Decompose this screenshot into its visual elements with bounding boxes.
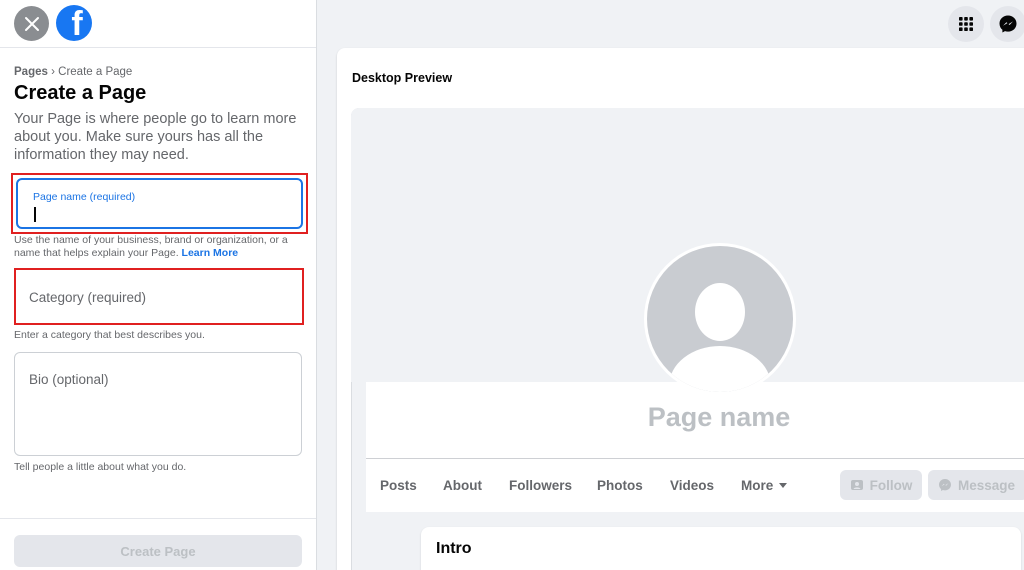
tab-more[interactable]: More [741,478,788,493]
text-caret [34,207,36,222]
panel-topbar: f [0,0,316,48]
follow-icon [850,480,863,490]
breadcrumb: Pages › Create a Page [14,66,132,78]
page-description: Your Page is where people go to learn mo… [14,111,297,163]
category-help: Enter a category that best describes you… [14,329,205,341]
page-name-input[interactable]: Page name (required) [16,178,303,229]
tab-photos[interactable]: Photos [597,478,643,493]
facebook-logo-icon[interactable]: f [56,5,92,41]
bio-textarea[interactable]: Bio (optional) [14,352,302,456]
close-icon [24,16,39,31]
category-input[interactable]: Category (required) [14,268,304,325]
bio-help: Tell people a little about what you do. [14,461,187,473]
page-name-label: Page name (required) [33,191,136,203]
learn-more-link[interactable]: Learn More [182,247,239,259]
breadcrumb-current: Create a Page [58,66,133,78]
desktop-preview-title: Desktop Preview [352,71,453,85]
preview-page-name: Page name [647,402,791,432]
avatar-body [669,346,771,392]
follow-label: Follow [869,477,913,493]
bio-placeholder: Bio (optional) [29,372,109,387]
message-button[interactable]: Message [928,470,1024,500]
intro-card [421,527,1021,570]
avatar-placeholder-icon [647,246,793,392]
message-label: Message [958,477,1016,493]
breadcrumb-separator: › [51,66,55,78]
avatar [644,243,796,395]
page-name-help-text: Use the name of your business, brand or … [14,234,288,259]
caret-down-icon [779,483,788,488]
tab-about[interactable]: About [443,478,482,493]
breadcrumb-pages-link[interactable]: Pages [14,66,48,78]
page-name-field-highlight: Page name (required) [11,173,308,234]
avatar-head [695,283,745,341]
page-name-help: Use the name of your business, brand or … [14,234,306,260]
close-button[interactable] [14,6,49,41]
menu-button[interactable] [948,6,984,42]
category-placeholder: Category (required) [29,290,147,305]
logo-letter: f [71,5,83,41]
follow-button[interactable]: Follow [840,470,922,500]
tab-videos[interactable]: Videos [670,478,714,493]
messenger-icon [999,15,1017,33]
tab-posts[interactable]: Posts [380,478,417,493]
page-title: Create a Page [14,82,147,104]
tab-followers[interactable]: Followers [509,478,572,493]
messenger-small-icon [939,479,951,491]
grid-menu-icon [959,17,973,31]
create-page-button[interactable]: Create Page [14,535,302,567]
messenger-button[interactable] [990,6,1024,42]
tabs-divider [366,458,1024,459]
tab-more-label: More [741,478,774,493]
intro-title: Intro [436,540,472,557]
create-page-panel: f Pages › Create a Page Create a Page Yo… [0,0,317,570]
